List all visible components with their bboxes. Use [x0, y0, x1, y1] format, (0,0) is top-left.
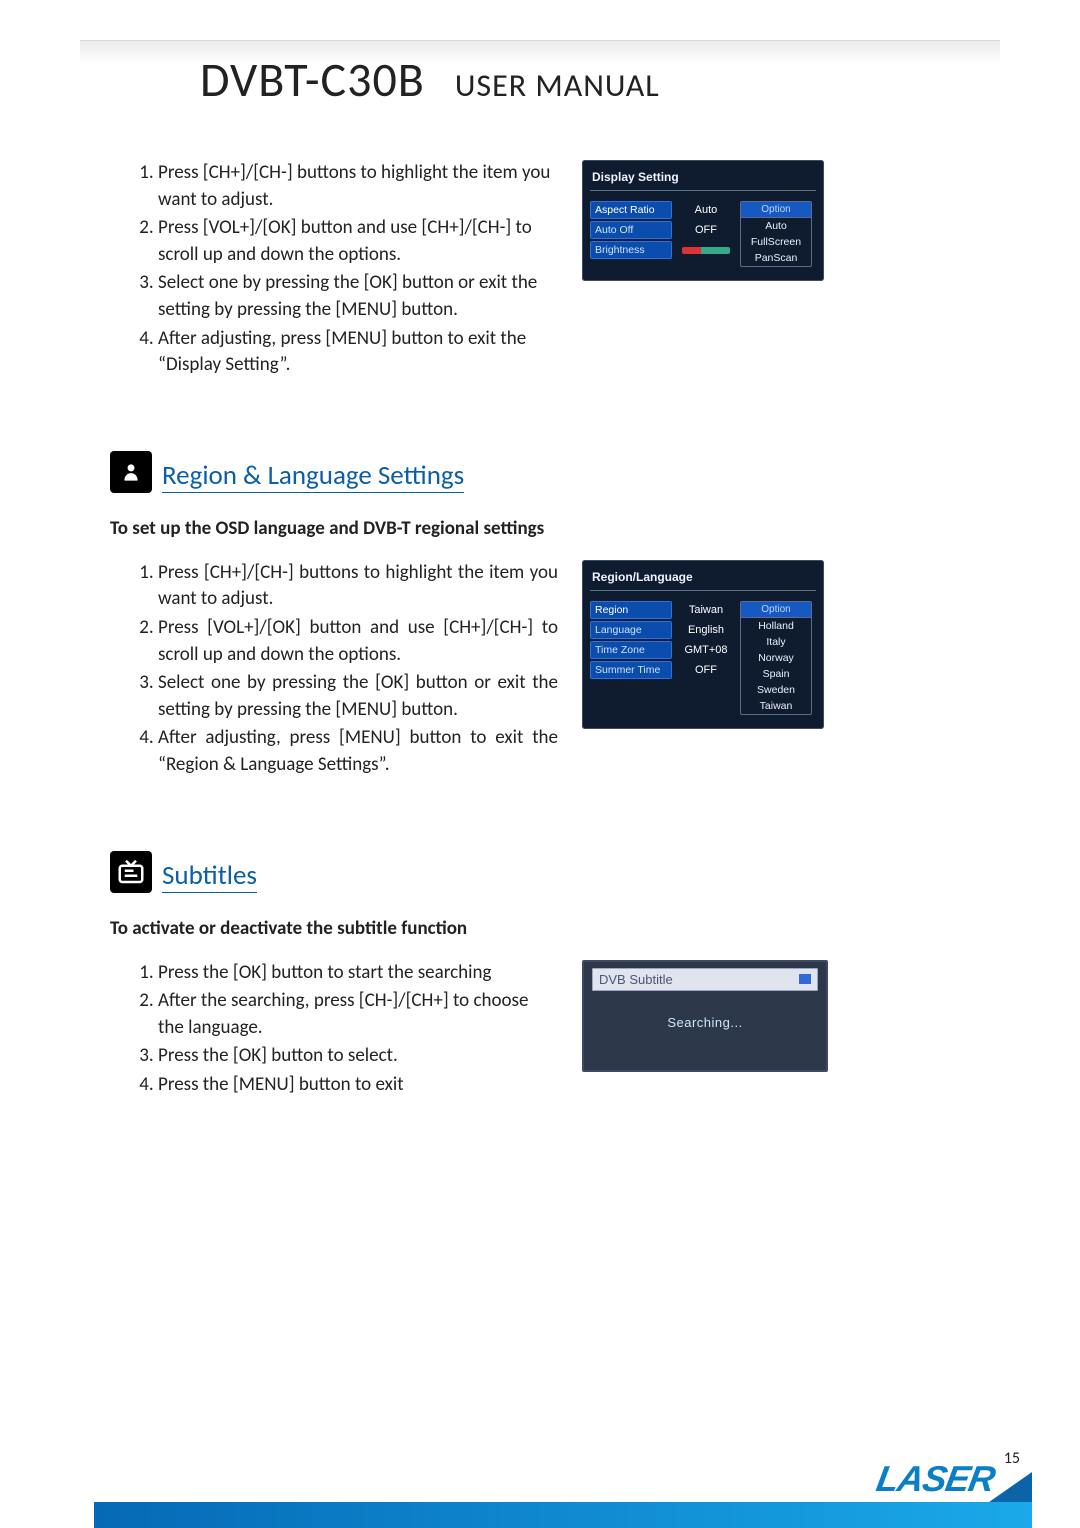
osd-label: Time Zone	[590, 641, 672, 659]
step-item: Select one by pressing the [OK] button o…	[158, 270, 558, 323]
osd-label: Summer Time	[590, 661, 672, 679]
osd-menu-item: Auto	[741, 218, 811, 234]
page-content: Press [CH+]/[CH-] buttons to highlight t…	[110, 160, 890, 1100]
osd-value: Taiwan	[689, 601, 723, 619]
osd-value: OFF	[695, 661, 717, 679]
page-footer	[0, 1446, 1080, 1528]
osd-menu-item: Holland	[741, 618, 811, 634]
osd-menu-header: Option	[741, 202, 811, 218]
section-title-text: Region & Language Settings	[162, 459, 464, 493]
subtitles-row: Press the [OK] button to start the searc…	[110, 960, 890, 1101]
osd-values: Auto OFF	[680, 201, 732, 267]
osd-value: English	[688, 621, 724, 639]
dvb-subtitle-title: DVB Subtitle	[599, 972, 673, 987]
model-name: DVBT-C30B	[200, 50, 425, 109]
osd-menu-item: Taiwan	[741, 698, 811, 714]
step-item: Press the [OK] button to select.	[158, 1043, 558, 1070]
osd-menu-item: Norway	[741, 650, 811, 666]
osd-menu-item: PanScan	[741, 250, 811, 266]
osd-menu-item: Sweden	[741, 682, 811, 698]
footer-bar	[94, 1502, 1032, 1528]
step-item: Press the [MENU] button to exit	[158, 1072, 558, 1099]
step-item: After adjusting, press [MENU] button to …	[158, 725, 558, 778]
osd-menu-item: FullScreen	[741, 234, 811, 250]
osd-label: Language	[590, 621, 672, 639]
osd-label: Region	[590, 601, 672, 619]
subtitles-heading: Subtitles	[110, 851, 257, 893]
osd-menu-header: Option	[741, 602, 811, 618]
osd-option-menu: Option Auto FullScreen PanScan	[740, 201, 812, 267]
subtitles-subhead: To activate or deactivate the subtitle f…	[110, 917, 890, 940]
subtitles-steps: Press the [OK] button to start the searc…	[140, 960, 558, 1101]
region-language-heading: Region & Language Settings	[110, 451, 464, 493]
osd-value: OFF	[695, 221, 717, 239]
doc-subtitle: USER MANUAL	[455, 66, 660, 105]
step-item: Press [CH+]/[CH-] buttons to highlight t…	[158, 160, 558, 213]
display-setting-row: Press [CH+]/[CH-] buttons to highlight t…	[110, 160, 890, 381]
dvb-subtitle-status: Searching...	[592, 1015, 818, 1030]
brightness-slider	[682, 247, 730, 254]
osd-label: Aspect Ratio	[590, 201, 672, 219]
osd-body: Aspect Ratio Auto Off Brightness Auto OF…	[590, 201, 816, 267]
dvb-subtitle-bar: DVB Subtitle	[592, 968, 818, 991]
osd-option-menu: Option Holland Italy Norway Spain Sweden…	[740, 601, 812, 715]
osd-value: Auto	[695, 201, 718, 219]
osd-label: Auto Off	[590, 221, 672, 239]
arrow-icon	[799, 974, 811, 984]
step-item: After the searching, press [CH-]/[CH+] t…	[158, 988, 558, 1041]
tv-icon	[110, 851, 152, 893]
osd-labels: Aspect Ratio Auto Off Brightness	[590, 201, 672, 267]
display-setting-steps: Press [CH+]/[CH-] buttons to highlight t…	[140, 160, 558, 381]
step-item: Select one by pressing the [OK] button o…	[158, 670, 558, 723]
osd-title: Display Setting	[590, 168, 816, 191]
osd-title: Region/Language	[590, 568, 816, 591]
step-item: Press [VOL+]/[OK] button and use [CH+]/[…	[158, 215, 558, 268]
osd-value: GMT+08	[684, 641, 727, 659]
osd-body: Region Language Time Zone Summer Time Ta…	[590, 601, 816, 715]
display-setting-osd: Display Setting Aspect Ratio Auto Off Br…	[582, 160, 824, 281]
section-title-text: Subtitles	[162, 859, 257, 893]
dvb-subtitle-osd: DVB Subtitle Searching...	[582, 960, 828, 1072]
region-language-osd: Region/Language Region Language Time Zon…	[582, 560, 824, 729]
person-icon	[110, 451, 152, 493]
page-header: DVBT-C30B USER MANUAL	[200, 50, 960, 109]
region-language-subhead: To set up the OSD language and DVB-T reg…	[110, 517, 890, 540]
osd-values: Taiwan English GMT+08 OFF	[680, 601, 732, 715]
step-item: Press [VOL+]/[OK] button and use [CH+]/[…	[158, 615, 558, 668]
step-item: Press the [OK] button to start the searc…	[158, 960, 558, 987]
region-language-row: Press [CH+]/[CH-] buttons to highlight t…	[110, 560, 890, 781]
osd-labels: Region Language Time Zone Summer Time	[590, 601, 672, 715]
step-item: Press [CH+]/[CH-] buttons to highlight t…	[158, 560, 558, 613]
osd-menu-item: Spain	[741, 666, 811, 682]
osd-label: Brightness	[590, 241, 672, 259]
region-language-steps: Press [CH+]/[CH-] buttons to highlight t…	[140, 560, 558, 781]
step-item: After adjusting, press [MENU] button to …	[158, 326, 558, 379]
osd-menu-item: Italy	[741, 634, 811, 650]
